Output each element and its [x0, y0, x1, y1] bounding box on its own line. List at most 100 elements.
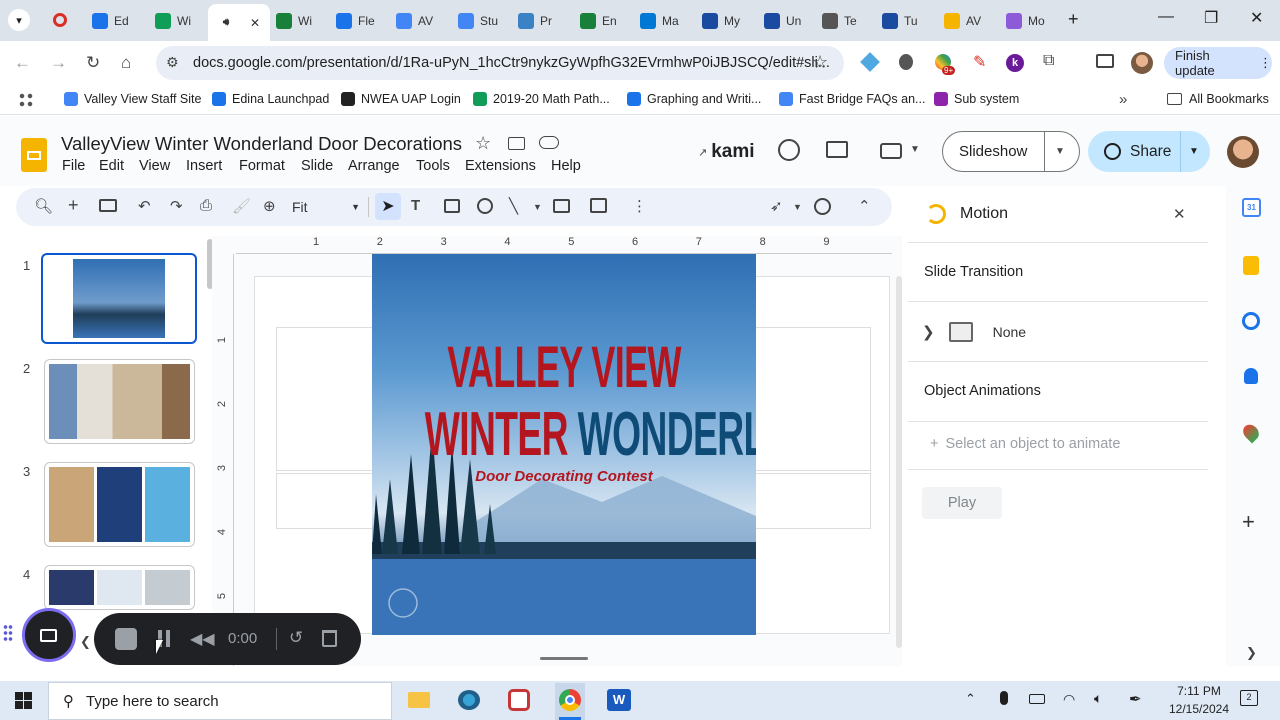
layout-icon[interactable]: [99, 199, 117, 212]
collapse-recorder-icon[interactable]: ❮: [80, 634, 91, 650]
profile-avatar[interactable]: [1131, 52, 1153, 74]
menu-file[interactable]: File: [62, 158, 85, 174]
share-dropdown-icon[interactable]: ▼: [1189, 146, 1199, 157]
home-icon[interactable]: ⌂: [121, 53, 131, 73]
browser-tab[interactable]: En: [580, 8, 617, 34]
back-arrow-icon[interactable]: ←: [14, 53, 31, 73]
insert-image-icon[interactable]: [444, 199, 460, 213]
browser-tab[interactable]: My: [702, 8, 740, 34]
version-history-icon[interactable]: [778, 139, 800, 161]
finish-update-button[interactable]: Finish update ⋮: [1164, 47, 1272, 79]
stop-button[interactable]: [115, 628, 137, 650]
menu-help[interactable]: Help: [551, 158, 581, 174]
star-icon[interactable]: ☆: [475, 133, 491, 154]
browser-tab[interactable]: Wi: [155, 8, 191, 34]
browser-tab[interactable]: Wi: [276, 8, 312, 34]
move-folder-icon[interactable]: [508, 137, 525, 150]
url-text[interactable]: docs.google.com/presentation/d/1Ra-uPyN_…: [193, 55, 830, 71]
bookmark-item[interactable]: Fast Bridge FAQs an...: [779, 92, 925, 106]
play-button[interactable]: Play: [922, 487, 1002, 519]
motion-icon[interactable]: [814, 198, 831, 215]
battery-icon[interactable]: [1029, 694, 1045, 704]
meet-dropdown-icon[interactable]: ▼: [910, 144, 920, 155]
browser-tab[interactable]: Ma: [640, 8, 679, 34]
bookmarks-overflow-icon[interactable]: »: [1119, 91, 1127, 108]
search-menus-icon[interactable]: 🔍︎: [34, 197, 53, 215]
taskbar-search[interactable]: ⚲ Type here to search: [48, 682, 392, 720]
rewind-icon[interactable]: ◀◀: [190, 629, 215, 649]
recorder-drag-handle[interactable]: [3, 624, 13, 642]
slide-thumbnail[interactable]: [41, 253, 197, 344]
browser-tab[interactable]: Stu: [458, 8, 498, 34]
menu-format[interactable]: Format: [239, 158, 285, 174]
contacts-icon[interactable]: [1244, 368, 1258, 384]
new-tab-button[interactable]: +: [1068, 9, 1079, 30]
site-info-icon[interactable]: ⚙: [166, 54, 179, 71]
browser-tab[interactable]: Fle: [336, 8, 375, 34]
browser-tab[interactable]: Un: [764, 8, 801, 34]
add-comment-icon[interactable]: [590, 198, 607, 213]
apps-grid-icon[interactable]: [18, 92, 34, 108]
cast-icon[interactable]: [1096, 54, 1114, 68]
slide-thumbnail[interactable]: [44, 462, 195, 547]
microphone-icon[interactable]: [1000, 691, 1008, 705]
office-app-icon[interactable]: [508, 689, 530, 711]
extensions-puzzle-icon[interactable]: ⧉: [1043, 52, 1054, 70]
extension-bulb-icon[interactable]: [899, 54, 913, 70]
bookmark-star-icon[interactable]: ☆: [812, 52, 828, 73]
slide-thumbnail[interactable]: [44, 565, 195, 610]
minimize-button[interactable]: —: [1158, 8, 1174, 26]
reload-icon[interactable]: ↻: [86, 53, 100, 73]
undo-icon[interactable]: ↶: [138, 197, 151, 215]
more-options-icon[interactable]: ⋮: [632, 197, 647, 215]
text-box-icon[interactable]: T: [411, 197, 420, 214]
volume-icon[interactable]: 🔈︎: [1094, 690, 1102, 707]
canvas-vertical-scrollbar[interactable]: [896, 276, 902, 648]
word-taskbar-icon[interactable]: W: [607, 689, 631, 711]
all-bookmarks-folder[interactable]: All Bookmarks: [1167, 92, 1269, 106]
winter-wonderland-poster[interactable]: VALLEY VIEW WINTER WONDERLAND Door Decor…: [372, 254, 756, 635]
file-explorer-icon[interactable]: [408, 692, 430, 708]
bookmark-item[interactable]: Valley View Staff Site: [64, 92, 201, 106]
pen-dropdown-icon[interactable]: ▼: [793, 202, 802, 212]
keep-icon[interactable]: [1243, 256, 1259, 275]
wifi-icon[interactable]: ◠: [1063, 691, 1075, 708]
document-title[interactable]: ValleyView Winter Wonderland Door Decora…: [61, 133, 462, 155]
weather-app-icon[interactable]: [458, 690, 480, 710]
show-hidden-icons[interactable]: ⌃: [965, 691, 976, 707]
menu-slide[interactable]: Slide: [301, 158, 333, 174]
tasks-icon[interactable]: [1242, 312, 1260, 330]
start-button[interactable]: [15, 692, 32, 709]
line-dropdown-icon[interactable]: ▼: [533, 202, 542, 212]
slideshow-button[interactable]: Slideshow: [959, 143, 1027, 160]
browser-tab[interactable]: Tu: [882, 8, 918, 34]
recorder-camera-button[interactable]: [22, 608, 76, 662]
tab-search-button[interactable]: ▾: [8, 9, 30, 31]
kami-button[interactable]: ↗ kami: [698, 141, 755, 163]
browser-tab[interactable]: Ed: [92, 8, 129, 34]
bookmark-item[interactable]: NWEA UAP Login: [341, 92, 461, 106]
get-addons-icon[interactable]: +: [1242, 509, 1255, 535]
side-panel-expand-icon[interactable]: ❯: [1246, 645, 1257, 661]
bookmark-item[interactable]: 2019-20 Math Path...: [473, 92, 610, 106]
chrome-taskbar-icon[interactable]: [555, 683, 585, 720]
menu-arrange[interactable]: Arrange: [348, 158, 400, 174]
line-icon[interactable]: ╲: [509, 197, 518, 215]
close-panel-icon[interactable]: ✕: [1173, 205, 1186, 223]
browser-tab[interactable]: AV: [944, 8, 981, 34]
menu-insert[interactable]: Insert: [186, 158, 222, 174]
menu-tools[interactable]: Tools: [416, 158, 450, 174]
bookmark-item[interactable]: Sub system: [934, 92, 1019, 106]
meet-camera-icon[interactable]: [880, 143, 902, 159]
calendar-icon[interactable]: 31: [1242, 198, 1261, 217]
slides-logo-icon[interactable]: [21, 138, 47, 172]
browser-tab[interactable]: AV: [396, 8, 433, 34]
notifications-icon[interactable]: 2: [1240, 690, 1258, 706]
forward-arrow-icon[interactable]: →: [50, 53, 67, 73]
comments-icon[interactable]: [826, 141, 848, 158]
pen-tool-icon[interactable]: ➶: [770, 197, 783, 215]
browser-tab[interactable]: 🔊︎ ✕: [208, 4, 271, 41]
insert-video-icon[interactable]: [553, 199, 570, 213]
browser-tab[interactable]: Te: [822, 8, 857, 34]
canvas-scroll-handle[interactable]: [540, 657, 588, 660]
